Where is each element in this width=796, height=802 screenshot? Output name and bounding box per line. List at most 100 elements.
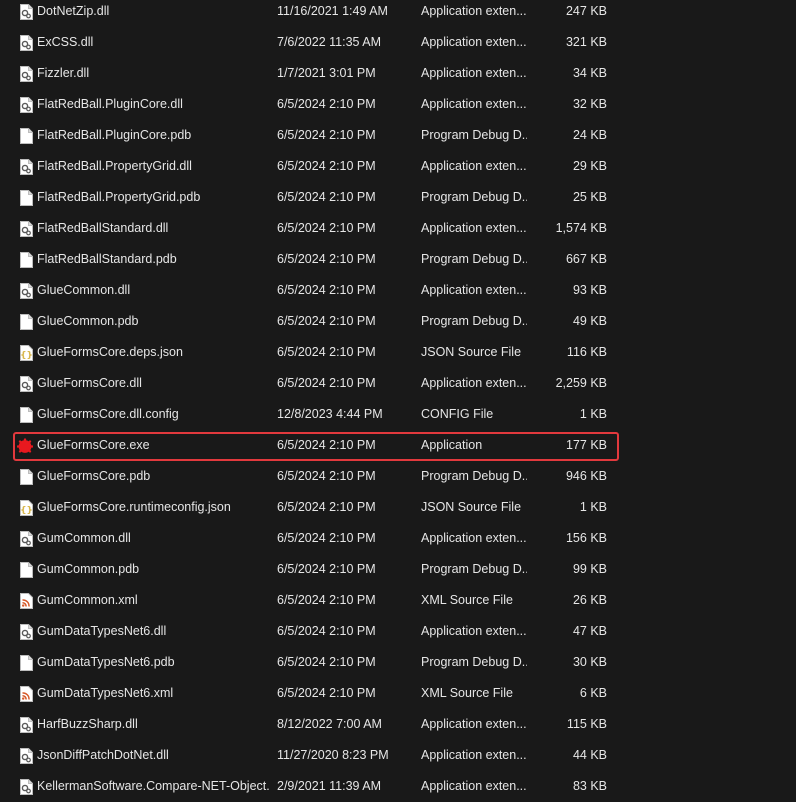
file-row[interactable]: ExCSS.dll 7/6/2022 11:35 AM Application ex… bbox=[0, 27, 796, 58]
file-size: 99 KB bbox=[572, 562, 607, 576]
json-icon: {} bbox=[20, 345, 33, 361]
file-size: 115 KB bbox=[566, 717, 607, 731]
file-row[interactable]: GumCommon.xml 6/5/2024 2:10 PM XML Source … bbox=[0, 585, 796, 616]
file-icon bbox=[20, 190, 33, 206]
file-row[interactable]: GumDataTypesNet6.pdb 6/5/2024 2:10 PM Prog… bbox=[0, 647, 796, 678]
file-size: 34 KB bbox=[572, 66, 607, 80]
file-date-modified: 6/5/2024 2:10 PM bbox=[277, 283, 376, 297]
file-type: Application exten... bbox=[421, 717, 527, 731]
file-name: GumDataTypesNet6.xml bbox=[37, 686, 174, 700]
file-date-modified: 12/8/2023 4:44 PM bbox=[277, 407, 383, 421]
file-type: Application bbox=[421, 438, 483, 452]
file-row[interactable]: FlatRedBallStandard.pdb 6/5/2024 2:10 PM P… bbox=[0, 244, 796, 275]
file-size: 29 KB bbox=[572, 159, 607, 173]
file-icon bbox=[20, 128, 33, 144]
file-type: Application exten... bbox=[421, 531, 527, 545]
file-name: FlatRedBall.PropertyGrid.pdb bbox=[37, 190, 201, 204]
file-row[interactable]: GlueCommon.dll 6/5/2024 2:10 PM Applicatio… bbox=[0, 275, 796, 306]
file-date-modified: 6/5/2024 2:10 PM bbox=[277, 624, 376, 638]
file-name: GlueFormsCore.dll bbox=[37, 376, 142, 390]
file-row[interactable]: GumDataTypesNet6.xml 6/5/2024 2:10 PM XML … bbox=[0, 678, 796, 709]
file-size: 1 KB bbox=[579, 500, 607, 514]
file-type: Application exten... bbox=[421, 97, 527, 111]
file-row[interactable]: GumCommon.pdb 6/5/2024 2:10 PM Program Deb… bbox=[0, 554, 796, 585]
file-row-selected[interactable]: GlueFormsCore.exe 6/5/2024 2:10 PM Applica… bbox=[0, 430, 796, 461]
file-type: Application exten... bbox=[421, 221, 527, 235]
file-row[interactable]: {} GlueFormsCore.deps.json 6/5/2024 2:10 P… bbox=[0, 337, 796, 368]
file-date-modified: 6/5/2024 2:10 PM bbox=[277, 376, 376, 390]
json-icon: {} bbox=[20, 500, 33, 516]
file-size: 1 KB bbox=[579, 407, 607, 421]
file-name: GlueCommon.dll bbox=[37, 283, 131, 297]
file-icon bbox=[20, 562, 33, 578]
file-name: GumCommon.dll bbox=[37, 531, 131, 545]
file-icon bbox=[20, 314, 33, 330]
file-size: 24 KB bbox=[572, 128, 607, 142]
file-row[interactable]: FlatRedBall.PropertyGrid.dll 6/5/2024 2:1… bbox=[0, 151, 796, 182]
file-date-modified: 6/5/2024 2:10 PM bbox=[277, 345, 376, 359]
svg-text:{}: {} bbox=[20, 351, 33, 361]
file-size: 49 KB bbox=[572, 314, 607, 328]
file-date-modified: 8/12/2022 7:00 AM bbox=[277, 717, 382, 731]
file-name: GlueFormsCore.dll.config bbox=[37, 407, 179, 421]
file-date-modified: 6/5/2024 2:10 PM bbox=[277, 190, 376, 204]
file-row[interactable]: FlatRedBall.PluginCore.pdb 6/5/2024 2:10 … bbox=[0, 120, 796, 151]
file-row[interactable]: GumDataTypesNet6.dll 6/5/2024 2:10 PM Appl… bbox=[0, 616, 796, 647]
file-list: DotNetZip.dll 11/16/2021 1:49 AM Applicati… bbox=[0, 0, 796, 802]
dll-icon bbox=[20, 779, 33, 795]
file-row[interactable]: KellermanSoftware.Compare-NET-Object... 2… bbox=[0, 771, 796, 802]
file-name: GumDataTypesNet6.dll bbox=[37, 624, 167, 638]
file-date-modified: 6/5/2024 2:10 PM bbox=[277, 531, 376, 545]
xml-icon bbox=[20, 593, 33, 609]
file-size: 32 KB bbox=[572, 97, 607, 111]
file-type: Application exten... bbox=[421, 376, 527, 390]
file-row[interactable]: GlueCommon.pdb 6/5/2024 2:10 PM Program De… bbox=[0, 306, 796, 337]
file-date-modified: 6/5/2024 2:10 PM bbox=[277, 593, 376, 607]
file-date-modified: 2/9/2021 11:39 AM bbox=[277, 779, 382, 793]
file-row[interactable]: GlueFormsCore.pdb 6/5/2024 2:10 PM Program… bbox=[0, 461, 796, 492]
file-row[interactable]: FlatRedBallStandard.dll 6/5/2024 2:10 PM A… bbox=[0, 213, 796, 244]
file-row[interactable]: FlatRedBall.PropertyGrid.pdb 6/5/2024 2:1… bbox=[0, 182, 796, 213]
file-type: CONFIG File bbox=[421, 407, 494, 421]
file-size: 47 KB bbox=[572, 624, 607, 638]
file-name: GlueFormsCore.pdb bbox=[37, 469, 151, 483]
file-name: DotNetZip.dll bbox=[37, 4, 110, 18]
file-type: XML Source File bbox=[421, 686, 513, 700]
file-type: Application exten... bbox=[421, 159, 527, 173]
file-date-modified: 6/5/2024 2:10 PM bbox=[277, 128, 376, 142]
file-size: 44 KB bbox=[572, 748, 607, 762]
file-row[interactable]: {} GlueFormsCore.runtimeconfig.json 6/5/20… bbox=[0, 492, 796, 523]
dll-icon bbox=[20, 4, 33, 20]
file-row[interactable]: GlueFormsCore.dll.config 12/8/2023 4:44 P… bbox=[0, 399, 796, 430]
file-row[interactable]: DotNetZip.dll 11/16/2021 1:49 AM Applicati… bbox=[0, 0, 796, 27]
file-name: FlatRedBallStandard.dll bbox=[37, 221, 169, 235]
file-size: 667 KB bbox=[565, 252, 607, 266]
file-name: FlatRedBallStandard.pdb bbox=[37, 252, 177, 266]
file-type: Program Debug D... bbox=[421, 252, 527, 266]
file-row[interactable]: Fizzler.dll 1/7/2021 3:01 PM Application e… bbox=[0, 58, 796, 89]
file-row[interactable]: GumCommon.dll 6/5/2024 2:10 PM Application… bbox=[0, 523, 796, 554]
file-date-modified: 6/5/2024 2:10 PM bbox=[277, 438, 376, 452]
file-type: Program Debug D... bbox=[421, 128, 527, 142]
file-name: GumCommon.xml bbox=[37, 593, 138, 607]
file-size: 116 KB bbox=[566, 345, 607, 359]
file-row[interactable]: HarfBuzzSharp.dll 8/12/2022 7:00 AM Applic… bbox=[0, 709, 796, 740]
file-date-modified: 6/5/2024 2:10 PM bbox=[277, 252, 376, 266]
dll-icon bbox=[20, 66, 33, 82]
file-icon bbox=[20, 252, 33, 268]
dll-icon bbox=[20, 97, 33, 113]
xml-icon bbox=[20, 686, 33, 702]
file-type: JSON Source File bbox=[421, 500, 522, 514]
file-row[interactable]: JsonDiffPatchDotNet.dll 11/27/2020 8:23 P… bbox=[0, 740, 796, 771]
dll-icon bbox=[20, 159, 33, 175]
file-size: 6 KB bbox=[579, 686, 607, 700]
file-size: 177 KB bbox=[565, 438, 607, 452]
dll-icon bbox=[20, 531, 33, 547]
file-date-modified: 6/5/2024 2:10 PM bbox=[277, 221, 376, 235]
file-date-modified: 6/5/2024 2:10 PM bbox=[277, 655, 376, 669]
file-icon bbox=[20, 469, 33, 485]
dll-icon bbox=[20, 376, 33, 392]
file-size: 946 KB bbox=[565, 469, 607, 483]
file-row[interactable]: FlatRedBall.PluginCore.dll 6/5/2024 2:10 … bbox=[0, 89, 796, 120]
file-row[interactable]: GlueFormsCore.dll 6/5/2024 2:10 PM Applica… bbox=[0, 368, 796, 399]
